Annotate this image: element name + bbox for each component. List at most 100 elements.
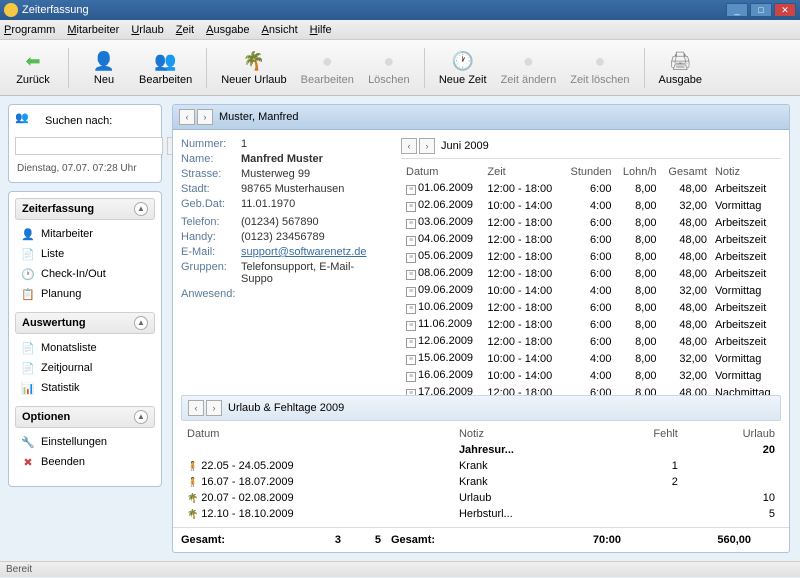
time-cell: 12:00 - 18:00: [484, 232, 561, 247]
search-input[interactable]: [15, 137, 163, 155]
vac-row[interactable]: 🧍 16.07 - 18.07.2009Krank2: [183, 475, 779, 489]
time-row[interactable]: ≡15.06.200910:00 - 14:004:008,0032,00Vor…: [403, 351, 779, 366]
chevron-up-icon: ▲: [134, 316, 148, 330]
time-cell: 8,00: [616, 215, 659, 230]
nav-item-checkinout[interactable]: 🕐Check-In/Out: [17, 264, 153, 284]
chevron-up-icon: ▲: [134, 202, 148, 216]
detail-label: Name:: [181, 153, 241, 165]
menu-mitarbeiter[interactable]: Mitarbeiter: [67, 24, 119, 36]
time-cell: 10:00 - 14:00: [484, 368, 561, 383]
time-row[interactable]: ≡01.06.200912:00 - 18:006:008,0048,00Arb…: [403, 181, 779, 196]
time-cell: 6:00: [563, 334, 614, 349]
toolbar-new-time-button[interactable]: 🕐Neue Zeit: [435, 44, 491, 92]
nav-item-mitarbeiter[interactable]: 👤Mitarbeiter: [17, 224, 153, 244]
totals-urlaub: 5: [341, 534, 381, 546]
time-cell: 6:00: [563, 215, 614, 230]
toolbar-edit2-button: ●Bearbeiten: [297, 44, 358, 92]
nav-item-monatsliste[interactable]: 📄Monatsliste: [17, 338, 153, 358]
time-cell: ≡05.06.2009: [403, 249, 482, 264]
time-cell: 6:00: [563, 181, 614, 196]
time-row[interactable]: ≡02.06.200910:00 - 14:004:008,0032,00Vor…: [403, 198, 779, 213]
close-button[interactable]: ✕: [774, 3, 796, 17]
vac-prev-button[interactable]: ‹: [188, 400, 204, 416]
menu-ausgabe[interactable]: Ausgabe: [206, 24, 249, 36]
detail-value[interactable]: support@softwarenetz.de: [241, 246, 381, 258]
time-cell: ≡04.06.2009: [403, 232, 482, 247]
statistik-icon: 📊: [21, 381, 35, 395]
time-row[interactable]: ≡08.06.200912:00 - 18:006:008,0048,00Arb…: [403, 266, 779, 281]
time-row[interactable]: ≡11.06.200912:00 - 18:006:008,0048,00Arb…: [403, 317, 779, 332]
menu-programm[interactable]: Programm: [4, 24, 55, 36]
detail-label: Telefon:: [181, 216, 241, 228]
time-row[interactable]: ≡05.06.200912:00 - 18:006:008,0048,00Arb…: [403, 249, 779, 264]
toolbar-back-button[interactable]: ⬅Zurück: [8, 44, 58, 92]
vac-summary-row: Jahresur...20: [183, 443, 779, 457]
time-row[interactable]: ≡04.06.200912:00 - 18:006:008,0048,00Arb…: [403, 232, 779, 247]
time-row[interactable]: ≡03.06.200912:00 - 18:006:008,0048,00Arb…: [403, 215, 779, 230]
toolbar-out-button[interactable]: 🖨Ausgabe: [655, 44, 706, 92]
time-col-header: Gesamt: [662, 165, 710, 179]
edit-icon: 👥: [154, 50, 178, 74]
minimize-button[interactable]: _: [726, 3, 748, 17]
time-row[interactable]: ≡10.06.200912:00 - 18:006:008,0048,00Arb…: [403, 300, 779, 315]
time-col-header: Datum: [403, 165, 482, 179]
person-details: Nummer:1Name:Manfred MusterStrasse:Muste…: [181, 138, 381, 387]
menu-urlaub[interactable]: Urlaub: [131, 24, 163, 36]
time-cell: ≡10.06.2009: [403, 300, 482, 315]
person-next-button[interactable]: ›: [197, 109, 213, 125]
titlebar: Zeiterfassung _ □ ✕: [0, 0, 800, 20]
vac-row[interactable]: 🌴 20.07 - 02.08.2009Urlaub10: [183, 491, 779, 505]
nav-item-liste[interactable]: 📄Liste: [17, 244, 153, 264]
nav-item-zeitjournal[interactable]: 📄Zeitjournal: [17, 358, 153, 378]
nav-item-planung[interactable]: 📋Planung: [17, 284, 153, 304]
time-cell: 8,00: [616, 300, 659, 315]
nav-item-einstellungen[interactable]: 🔧Einstellungen: [17, 432, 153, 452]
time-col-header: Lohn/h: [616, 165, 659, 179]
nav-item-statistik[interactable]: 📊Statistik: [17, 378, 153, 398]
time-cell: ≡11.06.2009: [403, 317, 482, 332]
time-cell: 10:00 - 14:00: [484, 283, 561, 298]
time-row[interactable]: ≡16.06.200910:00 - 14:004:008,0032,00Vor…: [403, 368, 779, 383]
menu-hilfe[interactable]: Hilfe: [310, 24, 332, 36]
detail-value: Musterweg 99: [241, 168, 381, 180]
time-row[interactable]: ≡17.06.200912:00 - 18:006:008,0048,00Nac…: [403, 385, 779, 395]
menu-zeit[interactable]: Zeit: [176, 24, 194, 36]
month-next-button[interactable]: ›: [419, 138, 435, 154]
menu-ansicht[interactable]: Ansicht: [262, 24, 298, 36]
sidebar: 👥 Suchen nach: LOS Dienstag, 07.07. 07:2…: [0, 96, 170, 561]
month-prev-button[interactable]: ‹: [401, 138, 417, 154]
time-cell: Arbeitszeit: [712, 232, 779, 247]
time-cell: ≡02.06.2009: [403, 198, 482, 213]
detail-label: E-Mail:: [181, 246, 241, 258]
toolbar-edit-button[interactable]: 👥Bearbeiten: [135, 44, 196, 92]
time-cell: 12:00 - 18:00: [484, 385, 561, 395]
chevron-up-icon: ▲: [134, 410, 148, 424]
time-cell: 6:00: [563, 232, 614, 247]
time-cell: 4:00: [563, 283, 614, 298]
vac-next-button[interactable]: ›: [206, 400, 222, 416]
toolbar-del-button: ●Löschen: [364, 44, 414, 92]
toolbar-out-label: Ausgabe: [659, 74, 702, 86]
time-row[interactable]: ≡12.06.200912:00 - 18:006:008,0048,00Arb…: [403, 334, 779, 349]
totals-label-left: Gesamt:: [181, 534, 301, 546]
time-cell: 6:00: [563, 300, 614, 315]
time-row[interactable]: ≡09.06.200910:00 - 14:004:008,0032,00Vor…: [403, 283, 779, 298]
nav-section-auswertung[interactable]: Auswertung▲: [15, 312, 155, 334]
vac-col-header: Urlaub: [684, 427, 779, 441]
vac-row[interactable]: 🧍 22.05 - 24.05.2009Krank1: [183, 459, 779, 473]
nav-item-beenden[interactable]: ✖Beenden: [17, 452, 153, 472]
time-cell: 4:00: [563, 198, 614, 213]
statusbar: Bereit: [0, 561, 800, 577]
checkinout-icon: 🕐: [21, 267, 35, 281]
toolbar-new-button[interactable]: 👤Neu: [79, 44, 129, 92]
person-prev-button[interactable]: ‹: [179, 109, 195, 125]
maximize-button[interactable]: □: [750, 3, 772, 17]
time-cell: 6:00: [563, 249, 614, 264]
nav-section-optionen[interactable]: Optionen▲: [15, 406, 155, 428]
vac-row[interactable]: 🌴 12.10 - 18.10.2009Herbsturl...5: [183, 507, 779, 521]
toolbar-new-vac-button[interactable]: 🌴Neuer Urlaub: [217, 44, 290, 92]
time-cell: ≡16.06.2009: [403, 368, 482, 383]
nav-section-zeiterfassung[interactable]: Zeiterfassung▲: [15, 198, 155, 220]
email-link[interactable]: support@softwarenetz.de: [241, 246, 367, 258]
time-cell: Vormittag: [712, 368, 779, 383]
